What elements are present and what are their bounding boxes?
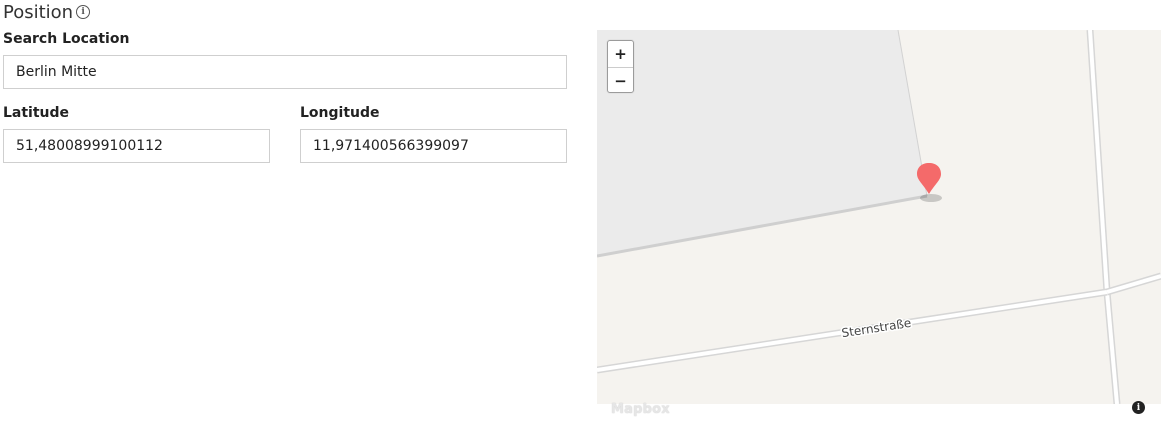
search-location-value: Berlin Mitte: [16, 64, 97, 80]
map-road-vertical-top: [1088, 30, 1109, 293]
longitude-value: 11,971400566399097: [313, 138, 469, 154]
map-canvas[interactable]: Sternstraße + −: [597, 30, 1161, 404]
attribution-info-icon[interactable]: i: [1132, 401, 1145, 414]
search-location-input[interactable]: Berlin Mitte: [3, 55, 567, 89]
section-header: Position i: [3, 0, 91, 24]
zoom-out-button[interactable]: −: [608, 67, 633, 92]
section-title: Position: [3, 1, 74, 23]
map-zoom-control: + −: [607, 40, 634, 93]
longitude-label: Longitude: [300, 105, 380, 121]
latitude-value: 51,48008999100112: [16, 138, 163, 154]
map-svg: Sternstraße: [597, 30, 1161, 404]
latitude-input[interactable]: 51,48008999100112: [3, 129, 270, 163]
map-road-branch: [1106, 274, 1161, 294]
mapbox-logo[interactable]: Mapbox: [611, 402, 670, 417]
map-street-label: Sternstraße: [841, 316, 913, 340]
latitude-label: Latitude: [3, 105, 70, 121]
zoom-in-button[interactable]: +: [608, 41, 633, 67]
longitude-input[interactable]: 11,971400566399097: [300, 129, 567, 163]
map-building-area: [597, 30, 927, 256]
map-marker-shadow: [920, 194, 942, 202]
info-circle-icon[interactable]: i: [76, 5, 91, 19]
search-location-label: Search Location: [3, 31, 130, 47]
